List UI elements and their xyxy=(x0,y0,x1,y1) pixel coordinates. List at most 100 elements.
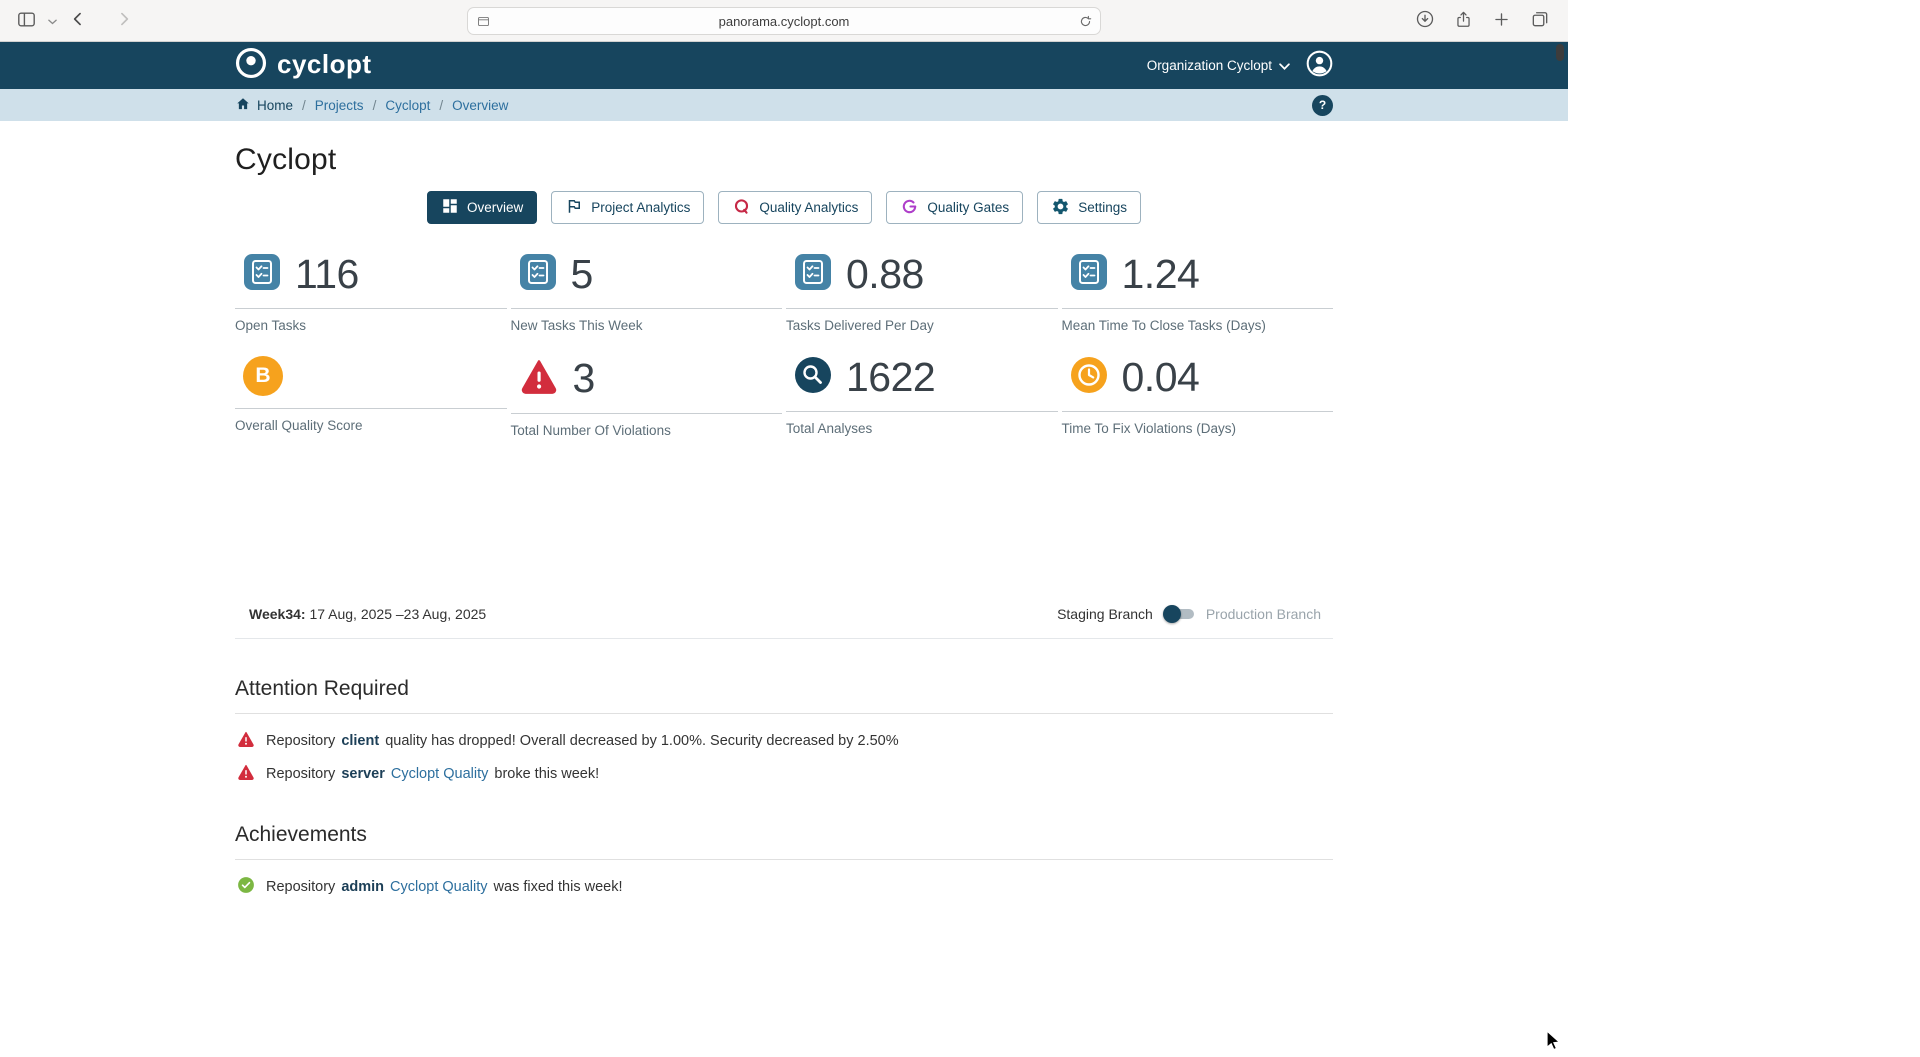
metric-tasks-per-day: 0.88 Tasks Delivered Per Day xyxy=(786,253,1058,333)
achievement-prefix: Repository xyxy=(266,879,336,895)
tab-quality-analytics-label: Quality Analytics xyxy=(759,200,859,215)
organization-label: Organization Cyclopt xyxy=(1146,58,1272,73)
back-button[interactable] xyxy=(66,7,90,34)
url-text: panorama.cyclopt.com xyxy=(718,14,850,29)
toolbar-right-group xyxy=(1413,0,1552,41)
main-content: Cyclopt Overview Project Analytics Quali… xyxy=(235,143,1333,898)
download-icon xyxy=(1415,9,1435,32)
metric-label: Mean Time To Close Tasks (Days) xyxy=(1061,318,1266,333)
branch-switch[interactable] xyxy=(1162,605,1196,623)
tab-quality-gates[interactable]: Quality Gates xyxy=(886,191,1024,224)
tasks-icon xyxy=(519,253,557,296)
tab-settings[interactable]: Settings xyxy=(1037,191,1141,224)
week-date-range: 17 Aug, 2025 –23 Aug, 2025 xyxy=(309,606,487,622)
new-tab-button[interactable] xyxy=(1490,8,1513,34)
scrollbar-thumb[interactable] xyxy=(1556,44,1564,61)
achievement-text: was fixed this week! xyxy=(493,879,623,895)
tab-quality-analytics[interactable]: Quality Analytics xyxy=(718,191,873,224)
breadcrumb-home-link[interactable]: Home xyxy=(235,96,293,115)
organization-menu-button[interactable]: Organization Cyclopt xyxy=(1147,58,1290,73)
downloads-button[interactable] xyxy=(1413,7,1437,34)
tabs-icon xyxy=(1530,9,1550,32)
logo-text: cyclopt xyxy=(277,49,372,79)
week-range: Week34: 17 Aug, 2025 –23 Aug, 2025 xyxy=(249,606,486,622)
week-label: Week34: xyxy=(249,606,306,622)
metric-value: 0.88 xyxy=(846,251,924,297)
metric-open-tasks: 116 Open Tasks xyxy=(235,253,507,333)
dashboard-icon xyxy=(441,197,459,218)
clock-icon xyxy=(1070,356,1108,399)
forward-arrow-icon xyxy=(114,9,134,32)
metric-quality-score: B Overall Quality Score xyxy=(235,356,507,438)
warning-triangle-icon xyxy=(237,730,255,752)
share-icon xyxy=(1454,10,1473,32)
header-right-group: Organization Cyclopt xyxy=(1147,50,1333,82)
metric-label: Total Number Of Violations xyxy=(510,423,671,438)
week-divider xyxy=(235,638,1333,639)
metric-value: 116 xyxy=(295,251,359,297)
metric-mean-close-time: 1.24 Mean Time To Close Tasks (Days) xyxy=(1061,253,1333,333)
back-arrow-icon xyxy=(68,9,88,32)
staging-branch-label: Staging Branch xyxy=(1057,606,1153,622)
account-circle-icon xyxy=(1306,50,1333,82)
breadcrumb-separator: / xyxy=(302,97,306,113)
home-icon xyxy=(235,96,251,115)
metric-violations: 3 Total Number Of Violations xyxy=(510,355,782,438)
share-button[interactable] xyxy=(1452,8,1475,34)
metric-value: 3 xyxy=(572,355,596,401)
metric-total-analyses: 1622 Total Analyses xyxy=(786,356,1058,438)
sidebar-chevron-button[interactable] xyxy=(46,11,59,30)
metric-label: Tasks Delivered Per Day xyxy=(786,318,934,333)
browser-viewport: cyclopt Organization Cyclopt Home / Proj… xyxy=(0,42,1568,1054)
cyclopt-quality-link[interactable]: Cyclopt Quality xyxy=(390,879,488,895)
breadcrumb: Home / Projects / Cyclopt / Overview xyxy=(235,96,508,115)
attention-prefix: Repository xyxy=(266,733,336,749)
breadcrumb-separator: / xyxy=(372,97,377,113)
search-icon xyxy=(794,356,832,399)
toolbar-left-group xyxy=(14,0,59,41)
attention-item: Repository server Cyclopt Quality broke … xyxy=(235,763,1333,785)
tasks-icon xyxy=(1070,253,1108,296)
address-bar[interactable]: panorama.cyclopt.com xyxy=(467,7,1101,35)
metric-label: Time To Fix Violations (Days) xyxy=(1061,421,1237,436)
quality-analytics-ring-icon xyxy=(732,197,751,219)
chevron-down-icon xyxy=(48,13,57,28)
metric-label: Total Analyses xyxy=(786,421,873,436)
breadcrumb-overview-link[interactable]: Overview xyxy=(452,98,508,113)
app-header: cyclopt Organization Cyclopt xyxy=(0,42,1568,89)
reload-icon[interactable] xyxy=(1078,14,1093,34)
chevron-down-icon xyxy=(1279,58,1290,73)
metric-value: 5 xyxy=(570,251,594,297)
tab-project-analytics[interactable]: Project Analytics xyxy=(551,191,705,224)
user-avatar-button[interactable] xyxy=(1306,50,1333,82)
gear-icon xyxy=(1051,197,1070,219)
browser-toolbar: panorama.cyclopt.com xyxy=(0,0,1568,42)
attention-prefix: Repository xyxy=(266,766,336,782)
breadcrumb-home-label: Home xyxy=(257,97,294,113)
tab-overview[interactable]: Overview xyxy=(427,191,538,224)
forward-button[interactable] xyxy=(112,7,136,34)
attention-text: quality has dropped! Overall decreased b… xyxy=(385,733,899,749)
week-bar: Week34: 17 Aug, 2025 –23 Aug, 2025 Stagi… xyxy=(235,605,1333,623)
warning-triangle-icon xyxy=(237,763,255,785)
attention-required-title: Attention Required xyxy=(235,677,409,700)
metric-value: 1622 xyxy=(846,354,936,400)
sidebar-toggle-button[interactable] xyxy=(14,7,39,35)
repo-name: client xyxy=(341,733,380,749)
metric-fix-time: 0.04 Time To Fix Violations (Days) xyxy=(1061,356,1333,438)
metric-new-tasks: 5 New Tasks This Week xyxy=(510,251,782,333)
warning-triangle-icon xyxy=(519,356,559,401)
attention-item: Repository client quality has dropped! O… xyxy=(235,730,1333,752)
achievements-title: Achievements xyxy=(235,823,367,846)
metrics-grid: 116 Open Tasks 5 New Tasks This Week 0.8… xyxy=(235,253,1333,438)
mouse-cursor xyxy=(1541,1028,1565,1057)
achievement-item: Repository admin Cyclopt Quality was fix… xyxy=(235,876,1333,898)
breadcrumb-projects-link[interactable]: Projects xyxy=(315,98,364,113)
help-button[interactable]: ? xyxy=(1312,94,1333,116)
quality-grade-badge: B xyxy=(243,356,283,396)
cyclopt-quality-link[interactable]: Cyclopt Quality xyxy=(391,766,489,782)
breadcrumb-cyclopt-link[interactable]: Cyclopt xyxy=(385,98,430,113)
tab-overview-button[interactable] xyxy=(1528,7,1552,34)
cyclopt-logo[interactable]: cyclopt xyxy=(235,47,372,84)
switch-knob xyxy=(1162,605,1181,623)
